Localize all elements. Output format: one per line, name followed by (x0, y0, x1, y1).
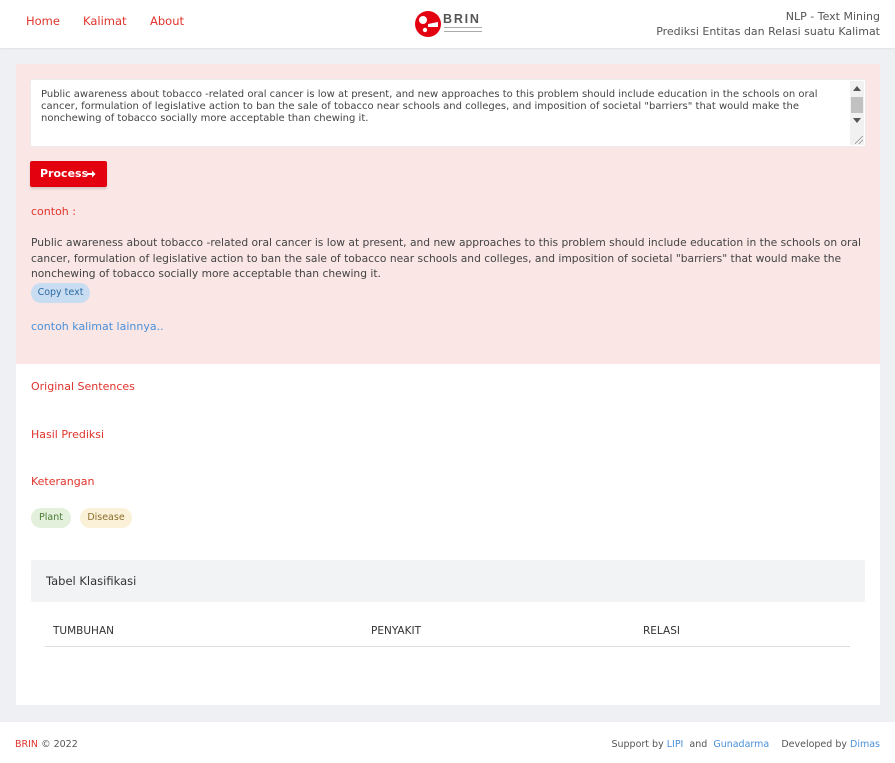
scroll-thumb[interactable] (851, 97, 863, 113)
scroll-up-icon[interactable] (853, 86, 861, 91)
footer-copyright: BRIN © 2022 (15, 739, 78, 750)
plant-legend-badge: Plant (31, 508, 71, 528)
process-button[interactable]: Process (30, 161, 107, 187)
original-sentences-heading: Original Sentences (31, 380, 135, 393)
nav-home-link[interactable]: Home (26, 14, 60, 28)
developed-prefix: Developed by (781, 739, 847, 750)
nav-kalimat-link[interactable]: Kalimat (83, 14, 127, 28)
support-gunadarma-link[interactable]: Gunadarma (713, 739, 769, 750)
support-prefix: Support by (611, 739, 664, 750)
classification-table-title: Tabel Klasifikasi (46, 574, 137, 588)
footer: BRIN © 2022 Support by LIPI and Gunadarm… (0, 722, 895, 763)
brin-logo[interactable]: BRIN (414, 10, 484, 38)
brand-name: BRIN (443, 12, 481, 26)
footer-copyright-year: © 2022 (41, 739, 78, 750)
column-header-penyakit: PENYAKIT (371, 625, 421, 637)
brand-subtitle-decoration (444, 27, 482, 32)
main-card: Public awareness about tobacco -related … (16, 64, 880, 705)
table-header-divider (45, 646, 850, 647)
footer-brand[interactable]: BRIN (15, 739, 38, 750)
input-panel: Public awareness about tobacco -related … (16, 64, 880, 364)
column-header-relasi: RELASI (643, 625, 680, 637)
page-title: NLP - Text Mining (785, 10, 880, 23)
example-label: contoh : (31, 205, 76, 218)
footer-credits: Support by LIPI and Gunadarma Developed … (611, 739, 880, 750)
nav-about-link[interactable]: About (150, 14, 184, 28)
more-examples-link[interactable]: contoh kalimat lainnya.. (31, 320, 164, 333)
developer-link[interactable]: Dimas (850, 739, 880, 750)
arrow-right-icon (87, 170, 96, 178)
support-lipi-link[interactable]: LIPI (667, 739, 684, 750)
resize-handle-icon[interactable] (855, 136, 863, 144)
classification-table-header: Tabel Klasifikasi (31, 560, 865, 602)
sentence-textarea[interactable]: Public awareness about tobacco -related … (30, 79, 866, 147)
page-subtitle: Prediksi Entitas dan Relasi suatu Kalima… (656, 25, 880, 38)
column-header-tumbuhan: TUMBUHAN (53, 625, 114, 637)
top-navbar: Home Kalimat About BRIN NLP - Text Minin… (0, 0, 895, 48)
support-and: and (689, 739, 708, 750)
page-title-block: NLP - Text Mining Prediksi Entitas dan R… (656, 9, 880, 39)
brin-logo-icon (415, 11, 441, 37)
legend-heading: Keterangan (31, 475, 95, 488)
prediction-result-heading: Hasil Prediksi (31, 428, 105, 441)
copy-text-button[interactable]: Copy text (31, 283, 90, 303)
scroll-down-icon[interactable] (853, 118, 861, 123)
example-text: Public awareness about tobacco -related … (31, 236, 861, 280)
sentence-textarea-value[interactable]: Public awareness about tobacco -related … (41, 89, 839, 125)
process-button-label: Process (40, 167, 89, 180)
disease-legend-badge: Disease (80, 508, 132, 528)
